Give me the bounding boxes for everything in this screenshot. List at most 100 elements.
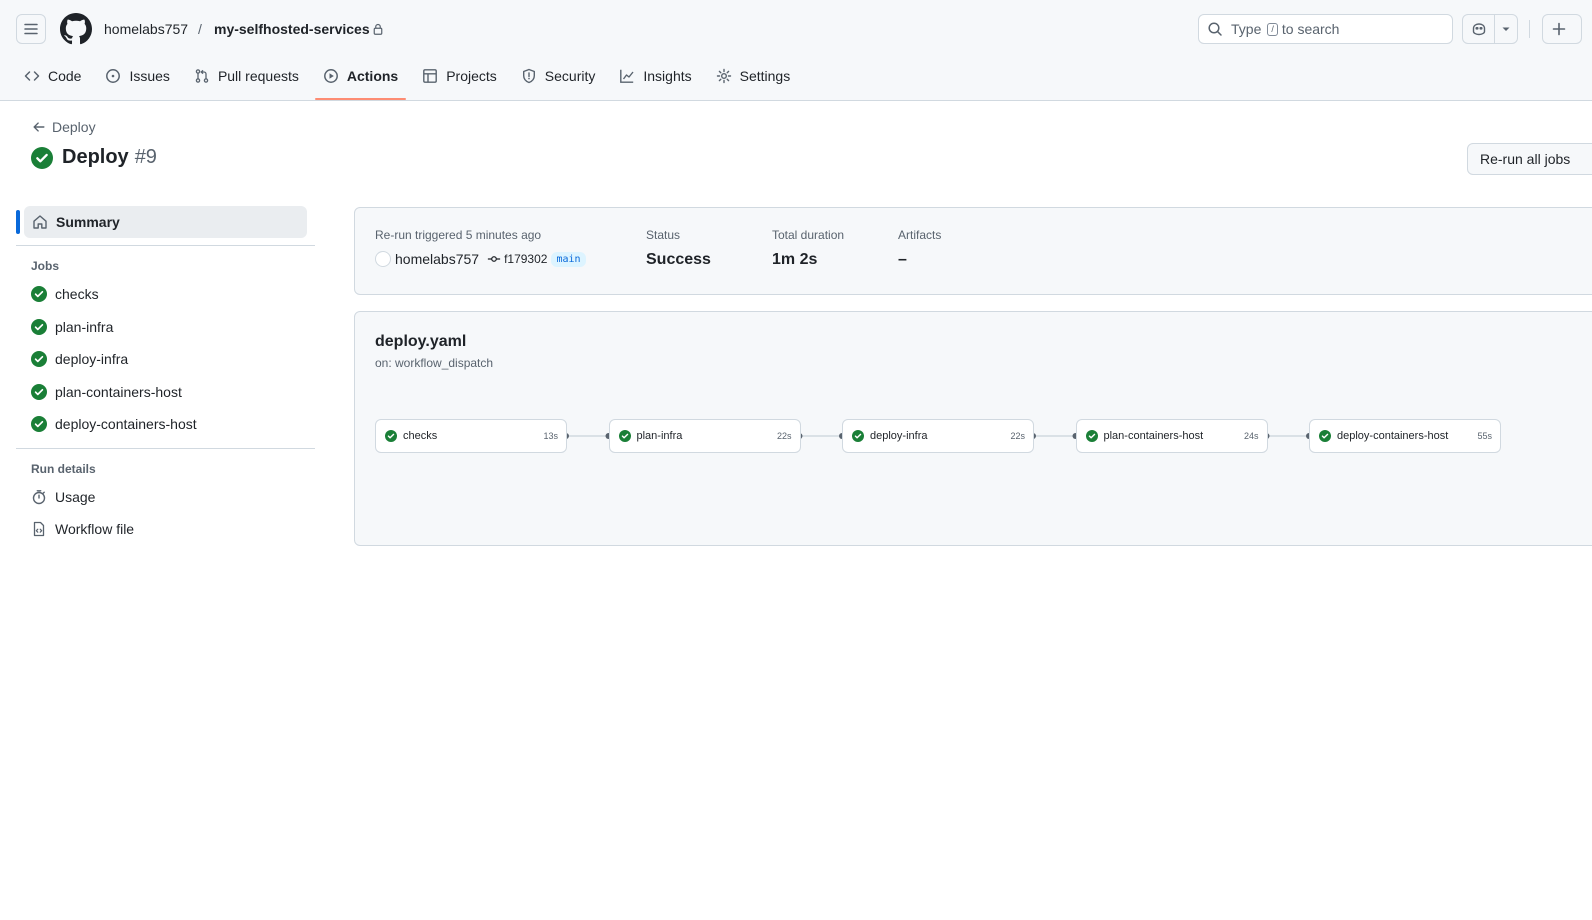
sidebar-item-usage[interactable]: Usage — [16, 481, 315, 514]
job-node-name: checks — [403, 430, 438, 442]
check-circle-fill-icon — [385, 430, 397, 442]
tab-pull-requests[interactable]: Pull requests — [186, 58, 307, 94]
job-node-deploy-infra[interactable]: deploy-infra 22s — [842, 419, 1034, 453]
sidebar-job-checks[interactable]: checks — [16, 278, 315, 311]
breadcrumb-owner[interactable]: homelabs757 — [104, 20, 188, 38]
job-node-duration: 13s — [543, 431, 558, 441]
job-node-checks[interactable]: checks 13s — [375, 419, 567, 453]
check-circle-fill-icon — [1319, 430, 1331, 442]
sidebar-workflow-file-label: Workflow file — [55, 521, 135, 538]
sidebar-job-label: deploy-infra — [55, 351, 129, 368]
check-circle-fill-icon — [31, 286, 47, 303]
rerun-all-jobs-button[interactable]: Re-run all jobs — [1467, 143, 1592, 175]
sidebar-divider — [16, 245, 315, 246]
sidebar-item-workflow-file[interactable]: Workflow file — [16, 513, 315, 546]
duration-value: 1m 2s — [772, 251, 818, 268]
sidebar-job-plan-infra[interactable]: plan-infra — [16, 311, 315, 344]
artifacts-column: Artifacts – — [898, 227, 941, 269]
menu-button[interactable] — [16, 14, 46, 44]
job-node-name: plan-containers-host — [1103, 430, 1204, 442]
create-new-button[interactable] — [1542, 14, 1582, 44]
check-circle-fill-icon — [618, 430, 631, 442]
status-column: Status Success — [646, 227, 711, 269]
tab-actions[interactable]: Actions — [314, 58, 407, 100]
search-icon — [1207, 21, 1223, 37]
home-icon — [32, 214, 48, 230]
github-logo-icon[interactable] — [60, 13, 92, 45]
tab-issues[interactable]: Issues — [97, 58, 177, 94]
check-circle-fill-icon — [31, 146, 53, 169]
check-circle-fill-icon — [31, 351, 47, 368]
actor-name[interactable]: homelabs757 — [395, 251, 479, 267]
job-node-name: plan-infra — [636, 430, 683, 442]
sidebar-job-plan-containers-host[interactable]: plan-containers-host — [16, 376, 315, 409]
sidebar-job-label: checks — [55, 286, 99, 303]
check-circle-fill-icon — [31, 416, 47, 433]
tab-code-label: Code — [48, 68, 82, 84]
workflow-graph: deploy.yaml on: workflow_dispatch checks… — [354, 311, 1592, 546]
sidebar-job-deploy-containers-host[interactable]: deploy-containers-host — [16, 408, 315, 441]
status-value: Success — [646, 251, 711, 268]
tab-projects-label: Projects — [446, 68, 497, 84]
tab-security-label: Security — [544, 68, 596, 84]
tab-code[interactable]: Code — [16, 58, 89, 94]
gear-icon — [716, 68, 732, 84]
sidebar-job-label: deploy-containers-host — [55, 416, 197, 433]
repo-nav: Code Issues Pull requests Actions Projec… — [16, 58, 806, 100]
job-node-duration: 55s — [1477, 431, 1492, 441]
job-node-plan-containers-host[interactable]: plan-containers-host 24s — [1075, 419, 1268, 453]
breadcrumb-separator: / — [198, 21, 202, 37]
sidebar-item-summary[interactable]: Summary — [16, 206, 307, 238]
avatar[interactable] — [375, 251, 391, 267]
page-title: Deploy #9 — [31, 146, 157, 169]
check-circle-fill-icon — [1085, 430, 1098, 442]
play-icon — [323, 68, 339, 84]
job-node-name: deploy-containers-host — [1337, 430, 1449, 442]
code-icon — [24, 68, 40, 84]
run-number: #9 — [134, 146, 157, 168]
tab-insights[interactable]: Insights — [611, 58, 699, 94]
job-node-duration: 22s — [1010, 431, 1025, 441]
artifacts-label: Artifacts — [898, 228, 942, 242]
job-node-plan-infra[interactable]: plan-infra 22s — [608, 419, 801, 453]
branch-label[interactable]: main — [551, 251, 586, 267]
job-node-deploy-containers-host[interactable]: deploy-containers-host 55s — [1309, 419, 1501, 453]
copilot-button[interactable] — [1462, 14, 1518, 44]
run-title: Deploy — [62, 146, 129, 168]
chevron-down-icon[interactable] — [1495, 24, 1517, 34]
app-header: homelabs757 / my-selfhosted-services Typ… — [0, 0, 1592, 101]
run-details-heading: Run details — [31, 461, 96, 476]
check-circle-fill-icon — [31, 383, 47, 400]
table-icon — [422, 68, 438, 84]
tab-security[interactable]: Security — [513, 58, 604, 94]
jobs-heading: Jobs — [31, 259, 60, 273]
check-circle-fill-icon — [852, 430, 864, 442]
trigger-column: Re-run triggered 5 minutes ago homelabs7… — [375, 227, 586, 267]
tab-settings-label: Settings — [739, 68, 791, 84]
breadcrumb-repo[interactable]: my-selfhosted-services — [214, 20, 370, 38]
sidebar-job-deploy-infra[interactable]: deploy-infra — [16, 343, 315, 376]
arrow-left-icon — [32, 120, 46, 134]
tab-projects[interactable]: Projects — [414, 58, 505, 94]
hamburger-icon — [24, 23, 38, 35]
search-input[interactable]: Type / to search — [1198, 14, 1453, 44]
tab-settings[interactable]: Settings — [708, 58, 799, 94]
status-label: Status — [646, 228, 681, 242]
shield-icon — [521, 68, 537, 84]
actor-row: homelabs757 f179302 main — [375, 251, 586, 267]
tab-pull-requests-label: Pull requests — [217, 68, 299, 84]
commit-link[interactable]: f179302 — [487, 252, 547, 266]
issue-opened-icon — [105, 68, 121, 84]
run-summary-card: Re-run triggered 5 minutes ago homelabs7… — [354, 207, 1592, 295]
back-to-workflow-link[interactable]: Deploy — [32, 119, 96, 135]
sidebar-summary-label: Summary — [56, 214, 120, 230]
file-code-icon — [31, 521, 47, 537]
sidebar-job-label: plan-containers-host — [55, 383, 182, 400]
trigger-label: Re-run triggered 5 minutes ago — [375, 228, 542, 242]
tab-issues-label: Issues — [129, 68, 170, 84]
copilot-icon[interactable] — [1463, 15, 1496, 43]
search-shortcut-key: / — [1267, 22, 1278, 36]
search-placeholder-pre: Type — [1231, 21, 1262, 37]
sidebar-divider — [16, 447, 315, 449]
duration-column: Total duration 1m 2s — [772, 227, 844, 269]
